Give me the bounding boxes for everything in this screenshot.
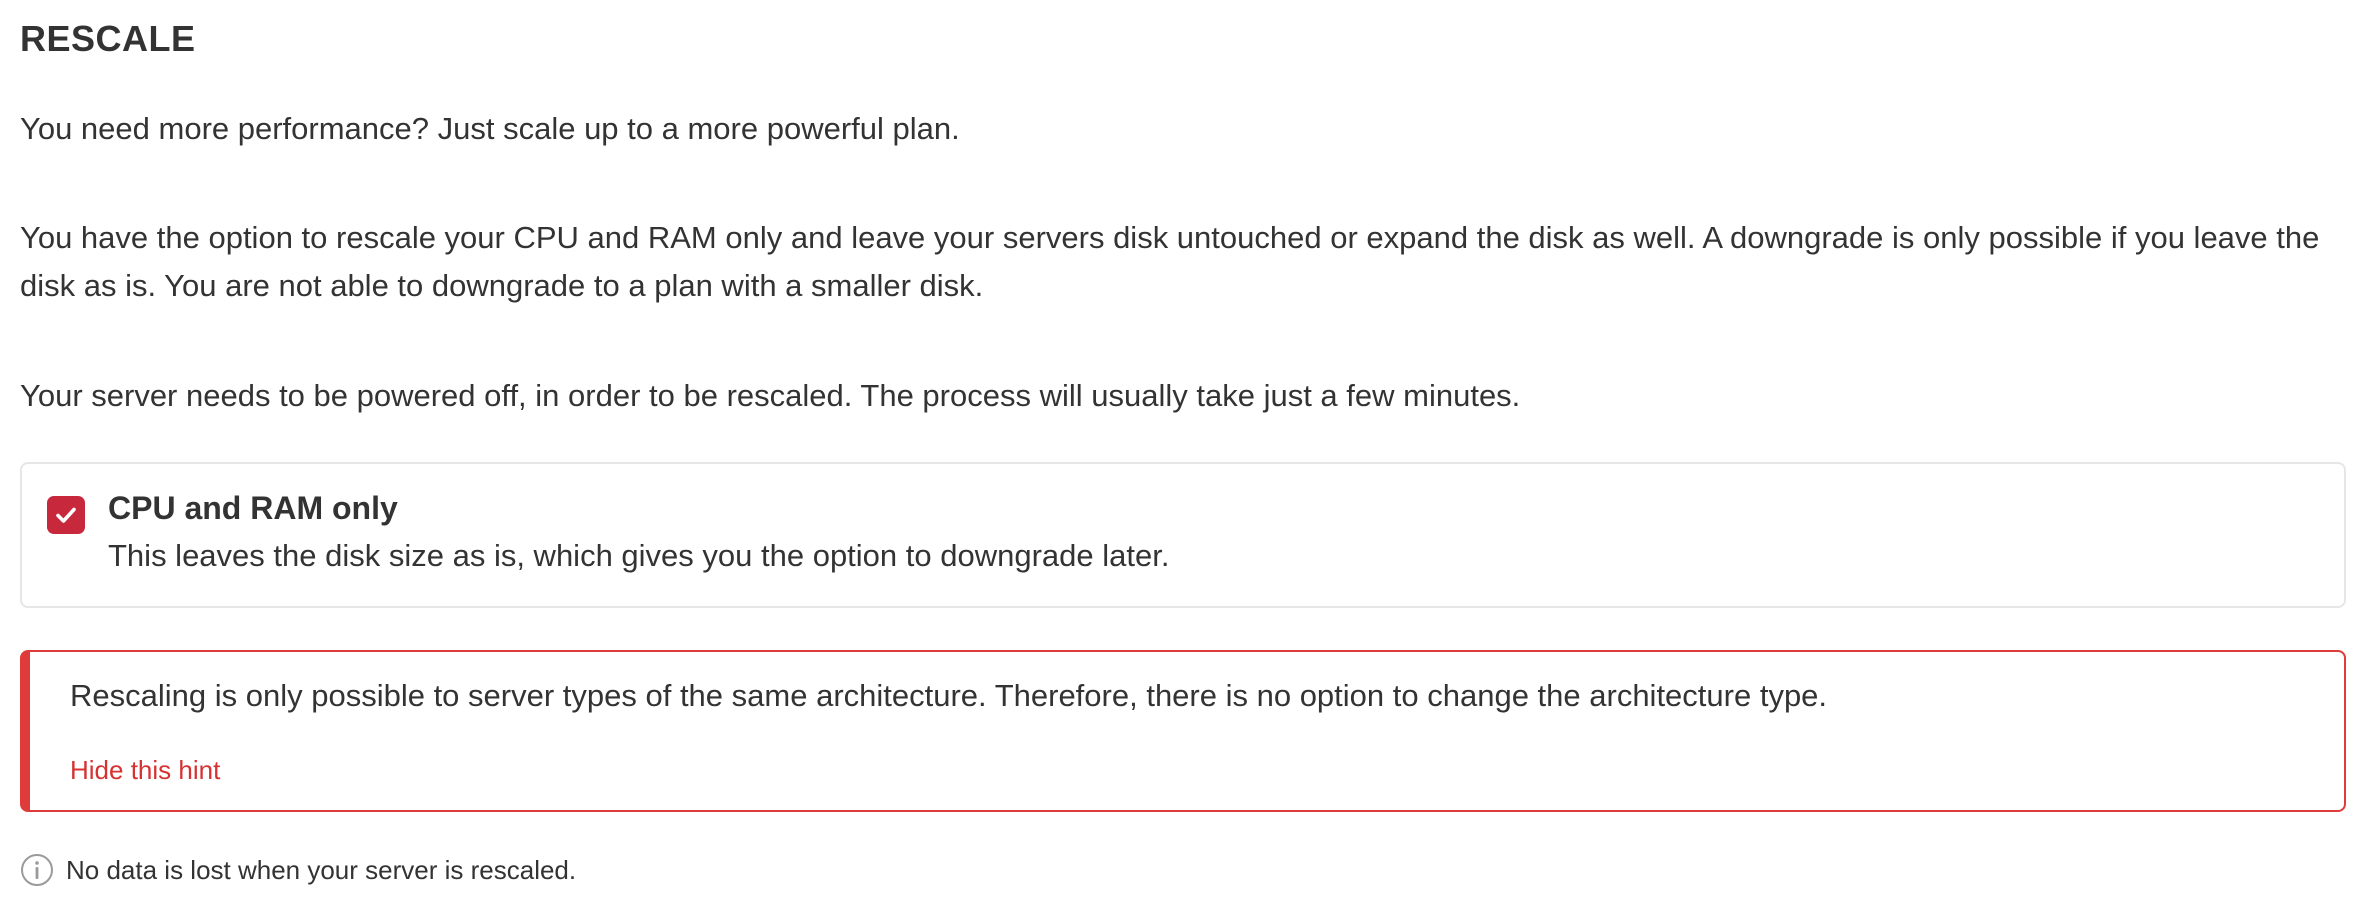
- power-off-paragraph: Your server needs to be powered off, in …: [20, 378, 1521, 413]
- section-title: RESCALE: [20, 18, 196, 59]
- cpu-ram-only-checkbox[interactable]: [47, 496, 85, 534]
- info-icon: [21, 854, 53, 886]
- cpu-ram-only-option[interactable]: CPU and RAM only This leaves the disk si…: [20, 462, 2346, 608]
- info-text: No data is lost when your server is resc…: [66, 854, 577, 885]
- option-title: CPU and RAM only: [108, 490, 398, 526]
- option-description: This leaves the disk size as is, which g…: [108, 538, 1170, 573]
- info-note: No data is lost when your server is resc…: [20, 852, 576, 888]
- intro-paragraph: You need more performance? Just scale up…: [20, 111, 960, 146]
- architecture-hint: Rescaling is only possible to server typ…: [20, 650, 2346, 812]
- hint-text: Rescaling is only possible to server typ…: [70, 678, 1828, 713]
- options-paragraph: You have the option to rescale your CPU …: [20, 220, 2320, 303]
- checkmark-icon: [56, 507, 76, 523]
- hide-hint-link[interactable]: Hide this hint: [70, 755, 220, 786]
